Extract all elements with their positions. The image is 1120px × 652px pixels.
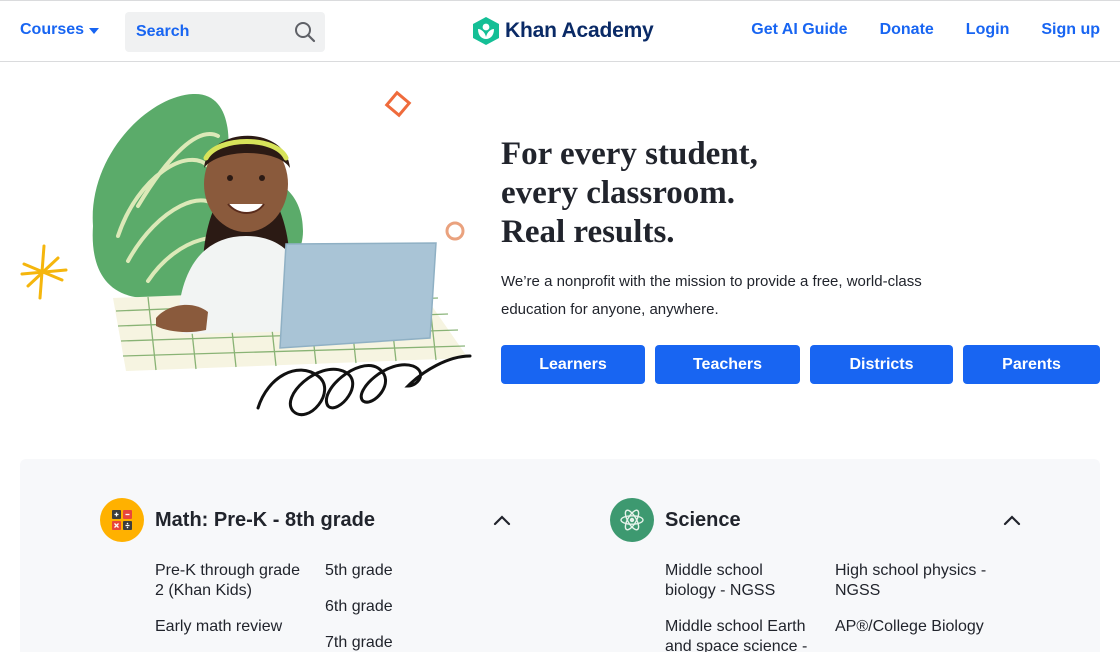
hero-illustration <box>20 90 472 417</box>
chevron-up-icon[interactable] <box>493 514 511 526</box>
chevron-up-icon[interactable] <box>1003 514 1021 526</box>
atom-icon <box>610 498 654 542</box>
black-scribble <box>256 354 472 417</box>
donate-link[interactable]: Donate <box>880 21 934 39</box>
course-link[interactable]: 5th grade <box>325 561 455 581</box>
header-links: Get AI Guide Donate Login Sign up <box>751 21 1100 39</box>
logo-wordmark: Khan Academy <box>505 19 654 42</box>
orange-diamond <box>384 90 412 118</box>
courses-menu-button[interactable]: Courses <box>20 21 100 39</box>
login-link[interactable]: Login <box>966 21 1010 39</box>
laptop <box>279 242 437 349</box>
teachers-button[interactable]: Teachers <box>655 345 800 384</box>
headline-line-3: Real results. <box>501 214 675 250</box>
hero-subtext: We’re a nonprofit with the mission to pr… <box>501 273 922 318</box>
subject-math-header[interactable]: Math: Pre-K - 8th grade <box>100 498 520 542</box>
headline-line-1: For every student, <box>501 136 758 172</box>
hero-headline: For every student, every classroom. Real… <box>501 135 758 252</box>
districts-button[interactable]: Districts <box>810 345 953 384</box>
top-navigation-bar: Courses Khan Academy Get AI Guide Donate… <box>0 0 1120 62</box>
search-icon[interactable] <box>294 21 316 43</box>
math-links-col-a: Pre-K through grade 2 (Khan Kids) Early … <box>155 561 310 637</box>
get-ai-guide-link[interactable]: Get AI Guide <box>751 21 847 39</box>
caret-down-icon <box>89 28 100 34</box>
course-link[interactable]: AP®/College Biology <box>835 617 995 637</box>
science-links-col-b: High school physics - NGSS AP®/College B… <box>835 561 995 637</box>
course-link[interactable]: Pre-K through grade 2 (Khan Kids) <box>155 561 310 601</box>
orange-ring <box>445 221 465 241</box>
learners-button[interactable]: Learners <box>501 345 645 384</box>
course-link[interactable]: Middle school Earth and space science - … <box>665 617 815 652</box>
courses-label: Courses <box>20 21 85 38</box>
parents-button[interactable]: Parents <box>963 345 1100 384</box>
math-icon <box>100 498 144 542</box>
subject-science: Science Middle school biology - NGSS Mid… <box>610 498 1030 652</box>
yellow-starburst <box>20 244 68 300</box>
science-links-col-a: Middle school biology - NGSS Middle scho… <box>665 561 815 652</box>
khan-academy-logo[interactable]: Khan Academy <box>472 16 654 46</box>
subject-science-title: Science <box>665 508 741 531</box>
sign-up-link[interactable]: Sign up <box>1041 21 1100 39</box>
course-link[interactable]: High school physics - NGSS <box>835 561 995 601</box>
course-catalog-panel: Math: Pre-K - 8th grade Pre-K through gr… <box>20 459 1100 652</box>
subject-math-title: Math: Pre-K - 8th grade <box>155 508 376 531</box>
math-links-col-b: 5th grade 6th grade 7th grade <box>325 561 455 652</box>
headline-line-2: every classroom. <box>501 175 735 211</box>
search-box <box>125 12 325 52</box>
khan-academy-logo-icon <box>473 17 499 45</box>
course-link[interactable]: 7th grade <box>325 633 455 652</box>
course-link[interactable]: Middle school biology - NGSS <box>665 561 815 601</box>
course-link[interactable]: Early math review <box>155 617 310 637</box>
subject-science-header[interactable]: Science <box>610 498 1030 542</box>
course-link[interactable]: 6th grade <box>325 597 455 617</box>
audience-buttons: Learners Teachers Districts Parents <box>501 345 1100 384</box>
subject-math: Math: Pre-K - 8th grade Pre-K through gr… <box>100 498 520 651</box>
